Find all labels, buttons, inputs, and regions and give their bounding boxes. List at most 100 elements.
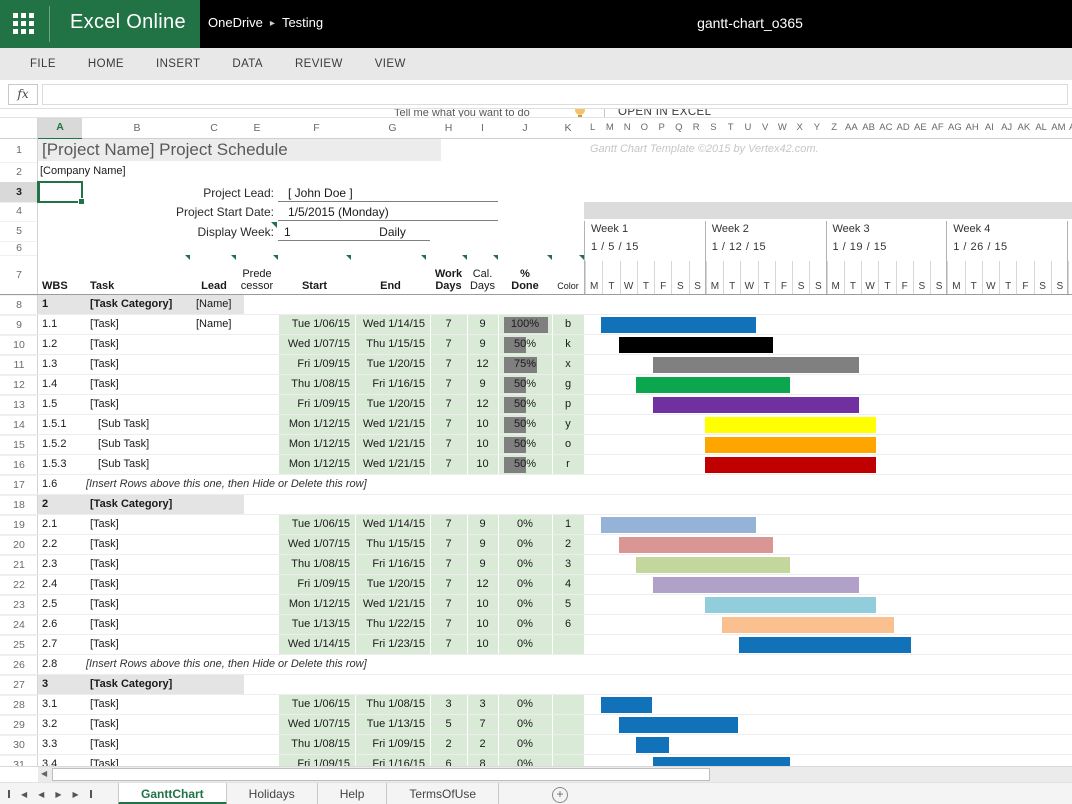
cell-start-date[interactable]: Fri 1/09/15: [278, 755, 350, 766]
cell-task[interactable]: [Task]: [90, 355, 190, 374]
cell-end-date[interactable]: Thu 1/15/15: [355, 335, 425, 354]
start-date-value[interactable]: 1/5/2015 (Monday): [288, 205, 389, 219]
cell-cal-days[interactable]: 7: [467, 715, 498, 734]
table-header-lead[interactable]: Lead: [192, 255, 236, 294]
cell-wbs[interactable]: 1.2: [42, 335, 82, 354]
column-header-AH[interactable]: AH: [964, 118, 981, 139]
cell-end-date[interactable]: Wed 1/21/15: [355, 415, 425, 434]
cell-task[interactable]: [Sub Task]: [98, 415, 198, 434]
cell-start-date[interactable]: Wed 1/07/15: [278, 715, 350, 734]
cell-color-code[interactable]: 5: [552, 595, 584, 614]
gantt-bar[interactable]: [705, 457, 877, 473]
gantt-bar[interactable]: [619, 717, 739, 733]
cell-end-date[interactable]: Tue 1/20/15: [355, 395, 425, 414]
row-header-1[interactable]: 1: [0, 138, 38, 163]
cell-start-date[interactable]: Thu 1/08/15: [278, 735, 350, 754]
cell-work-days[interactable]: 7: [430, 515, 467, 534]
cell-task[interactable]: [Task]: [90, 555, 190, 574]
column-header-R[interactable]: R: [688, 118, 705, 139]
scrollbar-track[interactable]: ◀: [38, 767, 1072, 782]
cell-wbs[interactable]: 3.1: [42, 695, 82, 714]
cell-wbs[interactable]: 1.1: [42, 315, 82, 334]
column-header-F[interactable]: F: [278, 118, 355, 139]
column-header-H[interactable]: H: [430, 118, 467, 139]
cell-pct-done[interactable]: 100%: [498, 315, 552, 334]
cell-task[interactable]: [Task]: [90, 395, 190, 414]
cell-wbs[interactable]: 2.7: [42, 635, 82, 654]
table-header-start[interactable]: Start: [278, 255, 351, 294]
cell-wbs[interactable]: 1.5.2: [42, 435, 82, 454]
gantt-bar[interactable]: [653, 577, 859, 593]
column-header-W[interactable]: W: [774, 118, 791, 139]
table-header-task[interactable]: Task: [90, 255, 190, 294]
cell-pct-done[interactable]: 50%: [498, 335, 552, 354]
cell-pct-done[interactable]: 0%: [498, 535, 552, 554]
cell-task[interactable]: [Task]: [90, 735, 190, 754]
cell-work-days[interactable]: 7: [430, 395, 467, 414]
row-header-7[interactable]: 7: [0, 255, 38, 296]
cell-start-date[interactable]: Tue 1/06/15: [278, 695, 350, 714]
cell-pct-done[interactable]: 0%: [498, 515, 552, 534]
cell-task[interactable]: [Task]: [90, 575, 190, 594]
column-header-N[interactable]: N: [619, 118, 636, 139]
cell-task[interactable]: [Sub Task]: [98, 455, 198, 474]
column-header-AL[interactable]: AL: [1033, 118, 1050, 139]
cell-task[interactable]: [Task]: [90, 755, 190, 766]
scrollbar-thumb[interactable]: [52, 768, 710, 781]
nav-first-icon[interactable]: ◀: [21, 790, 27, 799]
cell-cal-days[interactable]: 10: [467, 415, 498, 434]
grid-corner[interactable]: [0, 118, 39, 139]
column-header-K[interactable]: K: [552, 118, 584, 139]
column-header-Q[interactable]: Q: [670, 118, 687, 139]
gantt-bar[interactable]: [705, 417, 877, 433]
row-header-4[interactable]: 4: [0, 202, 38, 222]
cell-work-days[interactable]: 7: [430, 355, 467, 374]
column-header-AA[interactable]: AA: [843, 118, 860, 139]
cell-start-date[interactable]: Fri 1/09/15: [278, 355, 350, 374]
cell-task[interactable]: [Sub Task]: [98, 435, 198, 454]
cell-color-code[interactable]: x: [552, 355, 584, 374]
cell-wbs[interactable]: 1.5.1: [42, 415, 82, 434]
cell-end-date[interactable]: Tue 1/13/15: [355, 715, 425, 734]
cell-cal-days[interactable]: 12: [467, 575, 498, 594]
cell-work-days[interactable]: 7: [430, 595, 467, 614]
cell-color-code[interactable]: r: [552, 455, 584, 474]
cell-wbs[interactable]: 1.6: [42, 475, 82, 494]
cell-end-date[interactable]: Wed 1/14/15: [355, 515, 425, 534]
gantt-bar[interactable]: [601, 317, 755, 333]
cell-task[interactable]: [Task]: [90, 375, 190, 394]
cell-cal-days[interactable]: 2: [467, 735, 498, 754]
cell-end-date[interactable]: Fri 1/16/15: [355, 755, 425, 766]
cell-color-code[interactable]: k: [552, 335, 584, 354]
cell-start-date[interactable]: Mon 1/12/15: [278, 455, 350, 474]
cell-cal-days[interactable]: 9: [467, 555, 498, 574]
table-header-end[interactable]: End: [355, 255, 426, 294]
cell-cal-days[interactable]: 10: [467, 615, 498, 634]
row-header-3[interactable]: 3: [0, 182, 40, 203]
nav-last-icon[interactable]: ▶: [72, 790, 78, 799]
column-header-U[interactable]: U: [739, 118, 756, 139]
cell-task[interactable]: [Task]: [90, 635, 190, 654]
table-header-pct_done[interactable]: % Done: [498, 255, 552, 294]
gantt-bar[interactable]: [636, 737, 670, 753]
cell-task[interactable]: [Task]: [90, 335, 190, 354]
gantt-bar[interactable]: [601, 517, 755, 533]
column-header-M[interactable]: M: [601, 118, 618, 139]
cell-start-date[interactable]: Wed 1/07/15: [278, 535, 350, 554]
nav-next-icon[interactable]: ▶: [55, 790, 61, 799]
cell-color-code[interactable]: o: [552, 435, 584, 454]
cell-start-date[interactable]: Thu 1/08/15: [278, 555, 350, 574]
cell-end-date[interactable]: Thu 1/15/15: [355, 535, 425, 554]
cell-color-code[interactable]: 3: [552, 555, 584, 574]
cell-color-code[interactable]: 1: [552, 515, 584, 534]
cell-wbs[interactable]: 3: [42, 675, 82, 694]
cell-wbs[interactable]: 2.1: [42, 515, 82, 534]
gantt-bar[interactable]: [722, 617, 894, 633]
cell-color-code[interactable]: 4: [552, 575, 584, 594]
cell-lead[interactable]: [Name]: [196, 315, 240, 334]
gantt-bar[interactable]: [619, 337, 773, 353]
cell-end-date[interactable]: Fri 1/16/15: [355, 375, 425, 394]
cell-pct-done[interactable]: 0%: [498, 575, 552, 594]
cell-cal-days[interactable]: 10: [467, 595, 498, 614]
cell-cal-days[interactable]: 9: [467, 315, 498, 334]
